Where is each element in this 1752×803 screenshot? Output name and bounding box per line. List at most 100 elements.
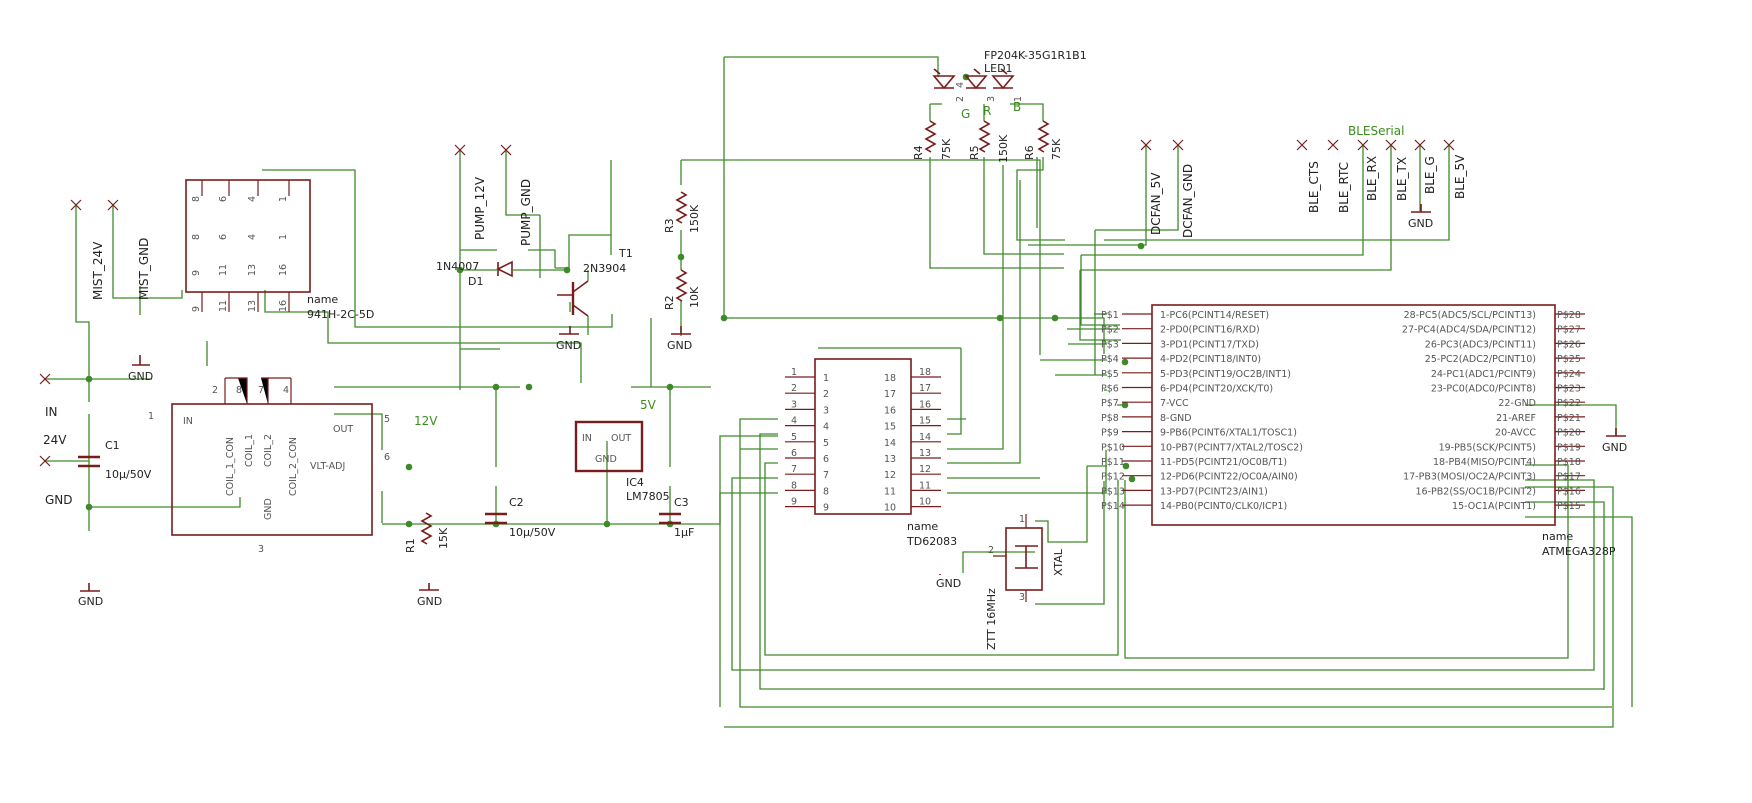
led-pin: 1 (1013, 96, 1024, 102)
mcu-right-pin-label: 23-PC0(ADC0/PCINT8) (1431, 384, 1536, 395)
td-right-pin-number: 13 (919, 448, 931, 459)
led-pin: 4 (955, 82, 966, 88)
mcu-part-value: ATMEGA328P (1542, 545, 1616, 558)
mcu-right-pad: P$23 (1557, 384, 1581, 395)
td-right-pin-number: 15 (919, 416, 931, 427)
r2-value: 10K (688, 286, 701, 308)
xtal-pin: 2 (988, 545, 994, 556)
mcu-right-pad: P$28 (1557, 310, 1581, 321)
mcu-left-pin-label: 8-GND (1160, 413, 1192, 424)
relay-pin: 9 (191, 306, 202, 312)
td-left-pin-inner: 6 (823, 454, 829, 465)
t1-value: 2N3904 (583, 262, 626, 275)
mcu-left-pad: P$11 (1101, 457, 1125, 468)
td-right-pin-number: 14 (919, 432, 931, 443)
regulator-ic4: IN OUT GND IC4 LM7805 (574, 420, 670, 503)
gnd-symbol: GND (78, 583, 103, 608)
svg-text:GND: GND (1408, 217, 1433, 230)
r3-ref: R3 (663, 218, 676, 233)
led-color-g: G (961, 107, 970, 121)
td-right-pin-inner: 14 (884, 438, 896, 449)
mcu-left-pad: P$8 (1101, 413, 1119, 424)
led-color-r: R (983, 104, 991, 118)
relay-pin: 8 (191, 196, 202, 202)
r4-ref: R4 (912, 145, 925, 160)
mcu-left-pad: P$7 (1101, 398, 1119, 409)
c3-ref: C3 (674, 496, 689, 509)
mcu-left-pin-label: 1-PC6(PCINT14/RESET) (1160, 310, 1269, 321)
mcu-right-pin-label: 28-PC5(ADC5/SCL/PCINT13) (1404, 310, 1536, 321)
gnd-symbol: GND (128, 355, 153, 383)
gnd-symbol: GND (667, 326, 692, 352)
ble-pin-label: BLE_5V (1453, 154, 1467, 199)
d1-value: 1N4007 (436, 260, 479, 273)
led-ref: LED1 (984, 62, 1013, 75)
td-left-pin-number: 8 (791, 480, 797, 491)
relay-part-value: 941H-2C-5D (307, 308, 374, 321)
resistor-r5: R5 150K (968, 120, 1010, 163)
svg-text:GND: GND (556, 339, 581, 352)
pump-12v-label: PUMP_12V (473, 176, 487, 240)
ble-pin-label: BLE_RX (1365, 156, 1379, 201)
mcu-left-pad: P$3 (1101, 339, 1119, 350)
mcu-left-pad: P$6 (1101, 384, 1119, 395)
ble-pin-label: BLE_G (1423, 156, 1437, 194)
td-right-pin-inner: 18 (884, 373, 896, 384)
td-right-pin-number: 12 (919, 464, 931, 475)
td-left-pin-inner: 7 (823, 470, 829, 481)
mcu-right-pin-label: 27-PC4(ADC4/SDA/PCINT12) (1402, 325, 1536, 336)
mcu-right-pad: P$20 (1557, 428, 1581, 439)
gnd-symbol: GND (936, 574, 961, 590)
resistor-r6: R6 75K (1023, 120, 1063, 160)
gnd-in-label: GND (45, 493, 73, 507)
mcu-right-pin-label: 26-PC3(ADC3/PCINT11) (1425, 339, 1536, 350)
drv-in-label: IN (183, 416, 193, 427)
svg-text:GND: GND (417, 595, 442, 608)
mcu-name-label: name (1542, 530, 1573, 543)
r2-ref: R2 (663, 295, 676, 310)
mcu-right-pin-label: 17-PB3(MOSI/OC2A/PCINT3) (1403, 472, 1536, 483)
ble-pin-label: BLE_CTS (1307, 161, 1321, 213)
ble-pin-label: BLE_TX (1395, 157, 1409, 201)
crystal-xtal: 1 2 3 XTAL ZTT 16MHz (985, 514, 1065, 650)
r3-value: 150K (688, 204, 701, 233)
net-5v-label: 5V (640, 398, 657, 412)
relay-pin: 16 (278, 300, 289, 312)
td-left-pin-number: 6 (791, 448, 797, 459)
td-left-pin-inner: 1 (823, 373, 829, 384)
mcu-left-pin-label: 13-PD7(PCINT23/AIN1) (1160, 486, 1268, 497)
td-left-pin-inner: 4 (823, 422, 829, 433)
mcu-pins: P$1 1-PC6(PCINT14/RESET) P$2 2-PD0(PCINT16/… (1101, 310, 1585, 512)
mcu-right-pad: P$27 (1557, 325, 1581, 336)
led-part-value: FP204K-35G1R1B1 (984, 49, 1087, 62)
mcu-right-pin-label: 25-PC2(ADC2/PCINT10) (1425, 354, 1536, 365)
c2-ref: C2 (509, 496, 524, 509)
mcu-left-pin-label: 2-PD0(PCINT16/RXD) (1160, 325, 1260, 336)
mcu-right-pad: P$22 (1557, 398, 1581, 409)
td-left-pin-number: 3 (791, 399, 797, 410)
ic4-value: LM7805 (626, 490, 670, 503)
td-left-pin-inner: 2 (823, 389, 829, 400)
relay-941h: 8 6 4 1 8 6 4 1 9 11 13 16 9 11 13 16 na… (185, 179, 374, 321)
td-pins: 1122334455667788991818171716161515141413… (785, 367, 941, 514)
mcu-left-pad: P$2 (1101, 325, 1119, 336)
relay-pin: 6 (218, 196, 229, 202)
mcu-right-pad: P$25 (1557, 354, 1581, 365)
td-right-pin-inner: 15 (884, 422, 896, 433)
ic4-in-label: IN (582, 433, 592, 444)
relay-pin: 11 (218, 264, 229, 276)
c2-value: 10µ/50V (509, 526, 556, 539)
relay-pin: 4 (247, 196, 258, 202)
relay-pin: 1 (278, 196, 289, 202)
gnd-symbol: GND (417, 583, 442, 608)
drv-pin: 3 (258, 544, 264, 555)
relay-name-label: name (307, 293, 338, 306)
mcu-right-pin-label: 18-PB4(MISO/PCINT4) (1433, 457, 1536, 468)
drv-pin: 4 (283, 385, 289, 396)
resistor-r3: R3 150K (663, 191, 701, 233)
r4-value: 75K (940, 138, 953, 160)
gnd-symbol: GND (1408, 204, 1433, 230)
resistor-r2: R2 10K (663, 269, 701, 310)
drv-coil-label: COIL_2 (263, 434, 274, 467)
r1-ref: R1 (404, 538, 417, 553)
